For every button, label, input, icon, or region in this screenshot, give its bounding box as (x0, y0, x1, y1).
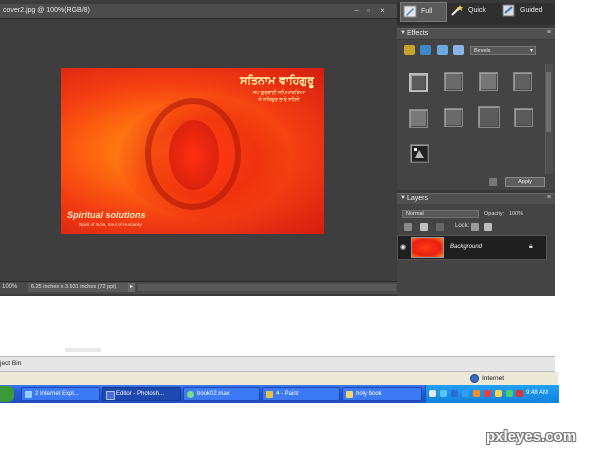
globe-icon (470, 374, 479, 383)
project-bin-label: ject Bin (0, 360, 22, 367)
photoshop-icon (106, 391, 115, 400)
taskbar-button-holy-book[interactable]: holy book (342, 387, 422, 401)
panel-menu-icon[interactable]: ≡ (547, 29, 551, 36)
start-button[interactable] (0, 386, 14, 402)
new-layer-icon[interactable] (404, 223, 412, 231)
close-icon[interactable]: × (378, 6, 387, 15)
effects-category-dropdown[interactable]: Bevels ▾ (470, 46, 536, 55)
watermark: pxleyes.com (486, 428, 577, 445)
minimize-icon[interactable]: – (352, 6, 361, 15)
security-zone-label: Internet (482, 375, 505, 382)
layer-name[interactable]: Background (450, 244, 482, 250)
layers-panel-header[interactable]: ▼ Layers ≡ (397, 193, 555, 204)
bevel-thumbnail[interactable] (478, 106, 500, 128)
bevel-thumbnail[interactable] (409, 109, 428, 128)
tray-icon[interactable] (516, 390, 523, 397)
zoom-readout[interactable]: 100% (2, 284, 17, 290)
clock[interactable]: 9:48 AM (526, 390, 548, 396)
opacity-label: Opacity: (484, 211, 505, 217)
restore-icon[interactable]: ▫ (364, 6, 373, 15)
apply-button[interactable]: Apply (505, 177, 545, 187)
tray-icon[interactable] (495, 390, 502, 397)
tab-quick[interactable]: Quick (448, 2, 498, 20)
document-icon (187, 391, 194, 398)
tray-icon[interactable] (506, 390, 513, 397)
panel-menu-icon[interactable]: ≡ (547, 194, 551, 201)
bevel-thumbnail[interactable] (514, 108, 533, 127)
tray-icon[interactable] (462, 390, 469, 397)
project-bin-bar[interactable]: ject Bin (0, 356, 555, 372)
effects-scroll-thumb[interactable] (546, 72, 551, 132)
artwork-brand: Spiritual solutions (67, 210, 146, 220)
document-statusbar: 100% 6.25 inches x 3.931 inches (72 ppi)… (0, 281, 397, 294)
bevel-thumbnail[interactable] (513, 72, 532, 91)
wand-icon (450, 4, 464, 17)
tray-icon[interactable] (484, 390, 491, 397)
adjustment-layer-icon[interactable] (420, 223, 428, 231)
document-titlebar[interactable]: cover2.jpg @ 100%(RGB/8) – ▫ × (0, 4, 397, 19)
artwork-tagline: Spirit of India, Soul of Humanity (79, 222, 143, 227)
tray-icon[interactable] (429, 390, 436, 397)
layer-thumbnail[interactable] (411, 237, 444, 258)
tray-icon[interactable] (440, 390, 447, 397)
trash-icon[interactable] (489, 178, 497, 186)
taskbar-button-internet-explorer[interactable]: 2 Internet Expl... (21, 387, 100, 401)
effects-panel-header[interactable]: ▼ Effects ≡ (397, 28, 555, 39)
bevel-thumbnail[interactable] (409, 73, 428, 92)
bevel-thumbnail[interactable] (444, 72, 463, 91)
tray-icon[interactable] (451, 390, 458, 397)
offscreen-area (555, 0, 600, 296)
taskbar-button-book02[interactable]: book02.max (183, 387, 260, 401)
tab-full[interactable]: Full (400, 2, 447, 22)
divider (65, 348, 101, 352)
artwork-headline: ਸਤਿਨਾਮ ਵਾਹਿਗੁਰੂ (240, 74, 314, 87)
bevel-thumbnail[interactable] (410, 144, 429, 163)
taskbar-button-paint[interactable]: 4 - Paint (262, 387, 340, 401)
chevron-down-icon: ▾ (529, 48, 533, 54)
artwork-subline: ਜੇ ਸਤਿਗੁਰ ਭਾਵੇ ਸਹਿਜੇ (258, 97, 300, 103)
tab-guided[interactable]: Guided (500, 2, 552, 20)
folder-icon (346, 391, 353, 398)
document-size-readout[interactable]: 6.25 inches x 3.931 inches (72 ppi) (28, 283, 129, 292)
ie-icon (25, 391, 32, 398)
taskbar-button-photoshop-editor[interactable]: Editor - Photosh... (102, 387, 181, 401)
layer-styles-icon[interactable] (420, 45, 431, 55)
link-layers-icon[interactable] (436, 223, 444, 231)
opacity-value[interactable]: 100% (509, 211, 523, 217)
lock-transparency-icon[interactable] (471, 223, 479, 231)
collapse-arrow-icon[interactable]: ▼ (400, 195, 406, 201)
filters-icon[interactable] (404, 45, 415, 55)
tray-icon[interactable] (473, 390, 480, 397)
show-all-icon[interactable] (453, 45, 464, 55)
guided-icon (502, 4, 516, 17)
photo-effects-icon[interactable] (437, 45, 448, 55)
lock-label: Lock: (455, 223, 470, 229)
status-menu-arrow-icon[interactable]: ▸ (128, 283, 135, 292)
eye-icon[interactable]: ◉ (400, 243, 406, 251)
document-title: cover2.jpg @ 100%(RGB/8) (3, 7, 90, 14)
artwork-khanda-core (169, 120, 219, 190)
artwork-subline: ਜਪ ਗੁਰਬਾਣੀ ਜਪਿਆਕਰਿਆ (252, 90, 306, 96)
artwork-image[interactable]: ਸਤਿਨਾਮ ਵਾਹਿਗੁਰੂ ਜਪ ਗੁਰਬਾਣੀ ਜਪਿਆਕਰਿਆ ਜੇ ਸ… (61, 68, 324, 234)
lock-all-icon[interactable] (484, 223, 492, 231)
bevel-thumbnail[interactable] (479, 72, 498, 91)
bevel-thumbnail[interactable] (444, 108, 463, 127)
pencil-icon (403, 5, 417, 18)
lock-icon: 🔒︎ (529, 243, 533, 250)
blend-mode-dropdown[interactable]: Normal (402, 210, 479, 218)
collapse-arrow-icon[interactable]: ▼ (400, 30, 406, 36)
horizontal-scrollbar[interactable] (138, 284, 396, 291)
paint-icon (266, 391, 273, 398)
